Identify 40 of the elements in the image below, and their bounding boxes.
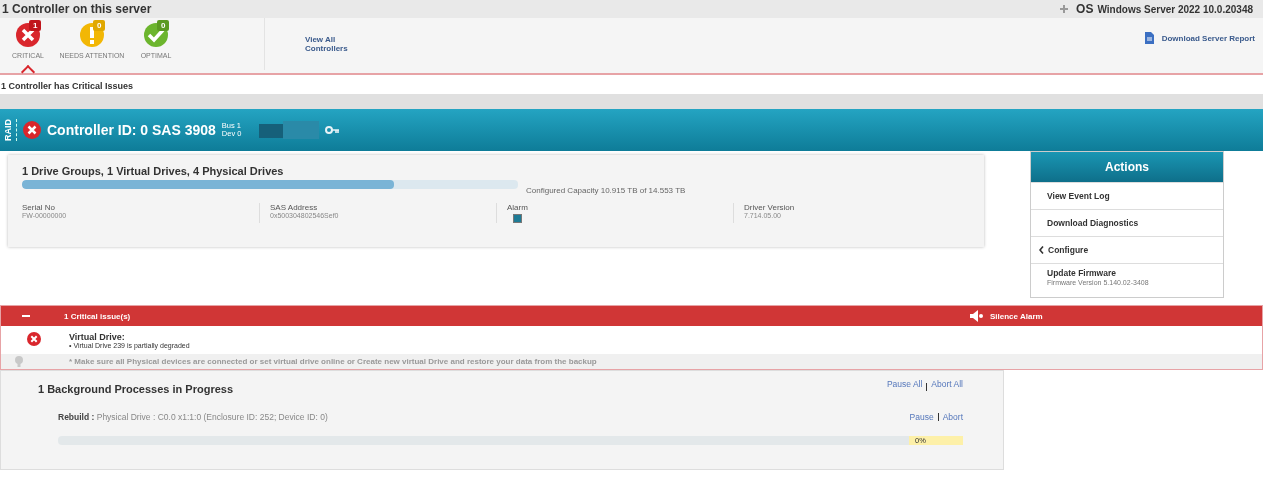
side-label: RAID [3, 119, 17, 141]
error-icon [23, 121, 41, 139]
count-badge: 0 [93, 20, 106, 31]
capacity-text: Configured Capacity 10.915 TB of 14.553 TB [526, 186, 686, 195]
action-item[interactable]: Configure [1031, 236, 1223, 263]
error-icon [27, 332, 41, 346]
page-title: 1 Controller on this server [2, 2, 152, 16]
abort-link[interactable]: Abort [942, 412, 963, 422]
controller-title: Controller ID: 0 SAS 3908 [47, 122, 216, 138]
os-label: OS [1076, 2, 1094, 16]
issues-title: 1 Critical issue(s) [64, 311, 132, 321]
abort-all-link[interactable]: Abort All [931, 379, 963, 395]
summary-text: 1 Controller has Critical Issues [0, 80, 135, 93]
silence-alarm-button[interactable]: Silence Alarm [970, 310, 1043, 322]
property-label: Alarm [507, 203, 529, 212]
tip-text: * Make sure all Physical devices are connected or set virtual drive online or Create new virtual Drive and restore your data from the backup [69, 357, 597, 366]
card-drawing [259, 121, 320, 139]
pause-all-link[interactable]: Pause All [886, 379, 923, 395]
key-icon [325, 126, 340, 134]
property-label: Serial No [22, 203, 56, 212]
actions-header: Actions [1031, 152, 1223, 182]
action-item[interactable]: View Event Log [1031, 182, 1223, 209]
download-report-link[interactable]: Download Server Report [1143, 32, 1255, 44]
issue-heading: Virtual Drive: [69, 332, 126, 342]
count-badge: 1 [29, 20, 42, 31]
alarm-checkbox[interactable] [513, 214, 522, 223]
drives-summary: 1 Drive Groups, 1 Virtual Drives, 4 Physical Drives [22, 165, 285, 177]
action-item[interactable]: Download Diagnostics [1031, 209, 1223, 236]
document-icon [1143, 32, 1154, 44]
process-description: Rebuild : Physical Drive : C0.0 x1:1:0 (Enclosure ID: 252; Device ID: 0) [58, 412, 328, 422]
speaker-icon [970, 310, 984, 322]
count-badge: 0 [157, 20, 170, 31]
lightbulb-icon [15, 356, 23, 367]
plus-icon[interactable] [1060, 5, 1069, 13]
property-label: SAS Address [270, 203, 319, 212]
view-all-link[interactable]: View All Controllers [305, 35, 365, 53]
pause-link[interactable]: Pause [909, 412, 934, 422]
os-name: Windows Server 2022 10.0.20348 [1097, 3, 1253, 15]
section-title: 1 Background Processes in Progress [38, 383, 234, 395]
property-label: Driver Version [744, 203, 796, 212]
